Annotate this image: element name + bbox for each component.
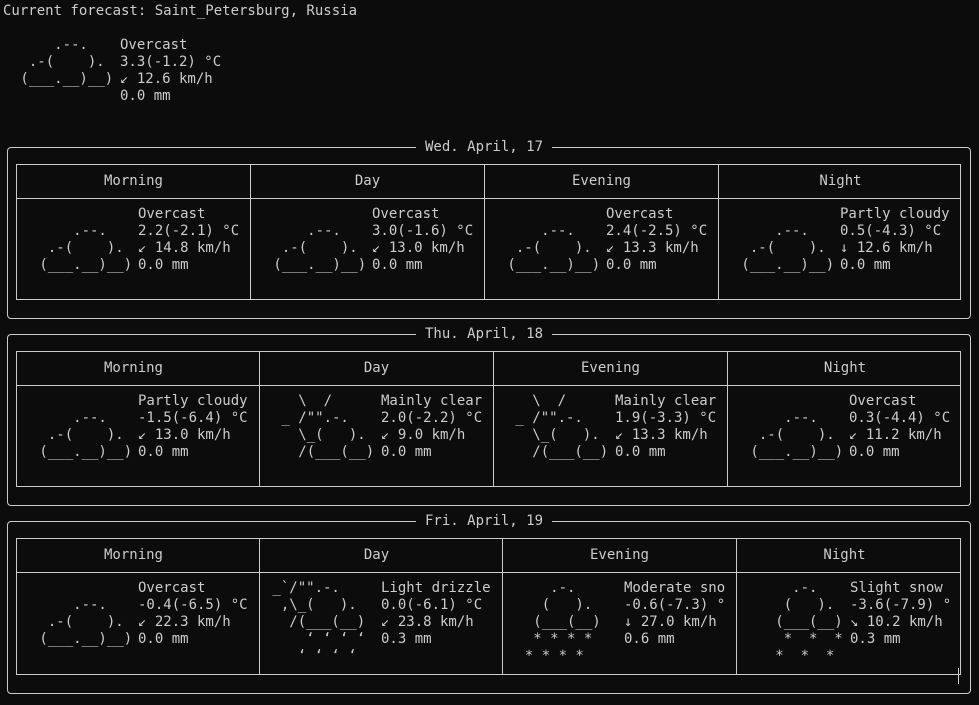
weather-art: .--. .-( ). (___.__)__): [39, 223, 133, 273]
weather-info: Overcast 0.3(-4.4) °C ↙ 11.2 km/h 0.0 mm: [849, 393, 951, 460]
period-header-day: Day: [363, 360, 390, 376]
weather-art: .--. .-( ). (___.__)__): [273, 223, 367, 273]
period-cell-evening: .--. .-( ). (___.__)__) Overcast 2.4(-2.…: [485, 199, 718, 299]
day-panel-3: Fri. April, 19 Morning Day Evening Night…: [7, 512, 971, 694]
weather-info: Mainly clear 2.0(-2.2) °C ↙ 9.0 km/h 0.0…: [381, 393, 483, 460]
period-cell-evening: \ / _ /"".-. \_( ). /(___(__) Mainly cle…: [494, 386, 727, 486]
day-label: Fri. April, 19: [416, 512, 553, 530]
period-header-evening: Evening: [580, 360, 640, 376]
period-header-evening: Evening: [571, 173, 631, 189]
period-header-morning: Morning: [103, 173, 163, 189]
weather-art: .--. .-( ). (___.__)__): [39, 597, 133, 647]
weather-info: Overcast 2.2(-2.1) °C ↙ 14.8 km/h 0.0 mm: [138, 206, 240, 273]
period-cell-morning: .--. .-( ). (___.__)__) Overcast 2.2(-2.…: [17, 199, 250, 299]
period-header-night: Night: [819, 173, 862, 189]
weather-art: .--. .-( ). (___.__)__): [741, 223, 835, 273]
weather-art: \ / _ /"".-. \_( ). /(___(__): [515, 393, 609, 460]
day-panel-2: Thu. April, 18 Morning Day Evening Night…: [7, 325, 971, 506]
day-label: Wed. April, 17: [416, 138, 553, 156]
weather-info: Slight snow -3.6(-7.9) ° ↘ 10.2 km/h 0.3…: [850, 580, 952, 647]
weather-info: Overcast 2.4(-2.5) °C ↙ 13.3 km/h 0.0 mm: [606, 206, 708, 273]
period-cell-morning: .--. .-( ). (___.__)__) Partly cloudy -1…: [17, 386, 259, 486]
weather-info: Mainly clear 1.9(-3.3) °C ↙ 13.3 km/h 0.…: [615, 393, 717, 460]
period-cell-morning: .--. .-( ). (___.__)__) Overcast -0.4(-6…: [17, 573, 259, 674]
day-panel-1: Wed. April, 17 Morning Day Evening Night…: [7, 138, 971, 319]
period-header-day: Day: [354, 173, 381, 189]
weather-info: Partly cloudy 0.5(-4.3) °C ↓ 12.6 km/h 0…: [840, 206, 950, 273]
weather-info: Overcast -0.4(-6.5) °C ↙ 22.3 km/h 0.0 m…: [138, 580, 248, 647]
weather-art: .--. .-( ). (___.__)__): [507, 223, 601, 273]
weather-art: .-. ( ). (___(__) * * * * * * * *: [524, 580, 601, 664]
period-cell-evening: .-. ( ). (___(__) * * * * * * * * Modera…: [503, 573, 736, 674]
weather-info: Partly cloudy -1.5(-6.4) °C ↙ 13.0 km/h …: [138, 393, 248, 460]
weather-art: _`/"".-. ,\_( ). /(___(__) ‘ ‘ ‘ ‘ ‘ ‘ ‘…: [272, 580, 366, 664]
weather-art: .--. .-( ). (___.__)__): [750, 410, 844, 460]
period-header-night: Night: [823, 360, 867, 376]
period-cell-day: .--. .-( ). (___.__)__) Overcast 3.0(-1.…: [251, 199, 484, 299]
weather-info: Overcast 3.0(-1.6) °C ↙ 13.0 km/h 0.0 mm: [372, 206, 474, 273]
weather-art: .-. ( ). (___(__) * * * * * *: [775, 580, 843, 664]
period-cell-day: _`/"".-. ,\_( ). /(___(__) ‘ ‘ ‘ ‘ ‘ ‘ ‘…: [260, 573, 502, 674]
forecast-table: Morning Day Evening Night .--. .-( ). (_…: [16, 538, 961, 675]
period-cell-night: .--. .-( ). (___.__)__) Partly cloudy 0.…: [719, 199, 960, 299]
forecast-title: Current forecast: Saint_Petersburg, Russ…: [3, 3, 358, 19]
weather-info: Light drizzle 0.0(-6.1) °C ↙ 23.8 km/h 0…: [381, 580, 491, 647]
period-header-evening: Evening: [589, 547, 649, 563]
period-cell-night: .-. ( ). (___(__) * * * * * * Slight sno…: [737, 573, 960, 674]
current-weather-info: Overcast 3.3(-1.2) °C ↙ 12.6 km/h 0.0 mm: [120, 37, 222, 104]
day-label: Thu. April, 18: [416, 325, 553, 343]
period-header-morning: Morning: [103, 547, 163, 563]
weather-info: Moderate sno -0.6(-7.3) ° ↓ 27.0 km/h 0.…: [624, 580, 726, 647]
period-header-morning: Morning: [103, 360, 163, 376]
forecast-table: Morning Day Evening Night .--. .-( ). (_…: [16, 164, 961, 300]
text-cursor: [958, 668, 959, 684]
period-cell-night: .--. .-( ). (___.__)__) Overcast 0.3(-4.…: [728, 386, 960, 486]
current-weather-art: .--. .-( ). (___.__)__): [20, 37, 114, 87]
period-header-day: Day: [363, 547, 390, 563]
period-header-night: Night: [823, 547, 866, 563]
forecast-table: Morning Day Evening Night .--. .-( ). (_…: [16, 351, 961, 487]
period-cell-day: \ / _ /"".-. \_( ). /(___(__) Mainly cle…: [260, 386, 493, 486]
weather-art: \ / _ /"".-. \_( ). /(___(__): [281, 393, 375, 460]
terminal-window: Current forecast: Saint_Petersburg, Russ…: [0, 0, 979, 705]
weather-art: .--. .-( ). (___.__)__): [39, 410, 133, 460]
